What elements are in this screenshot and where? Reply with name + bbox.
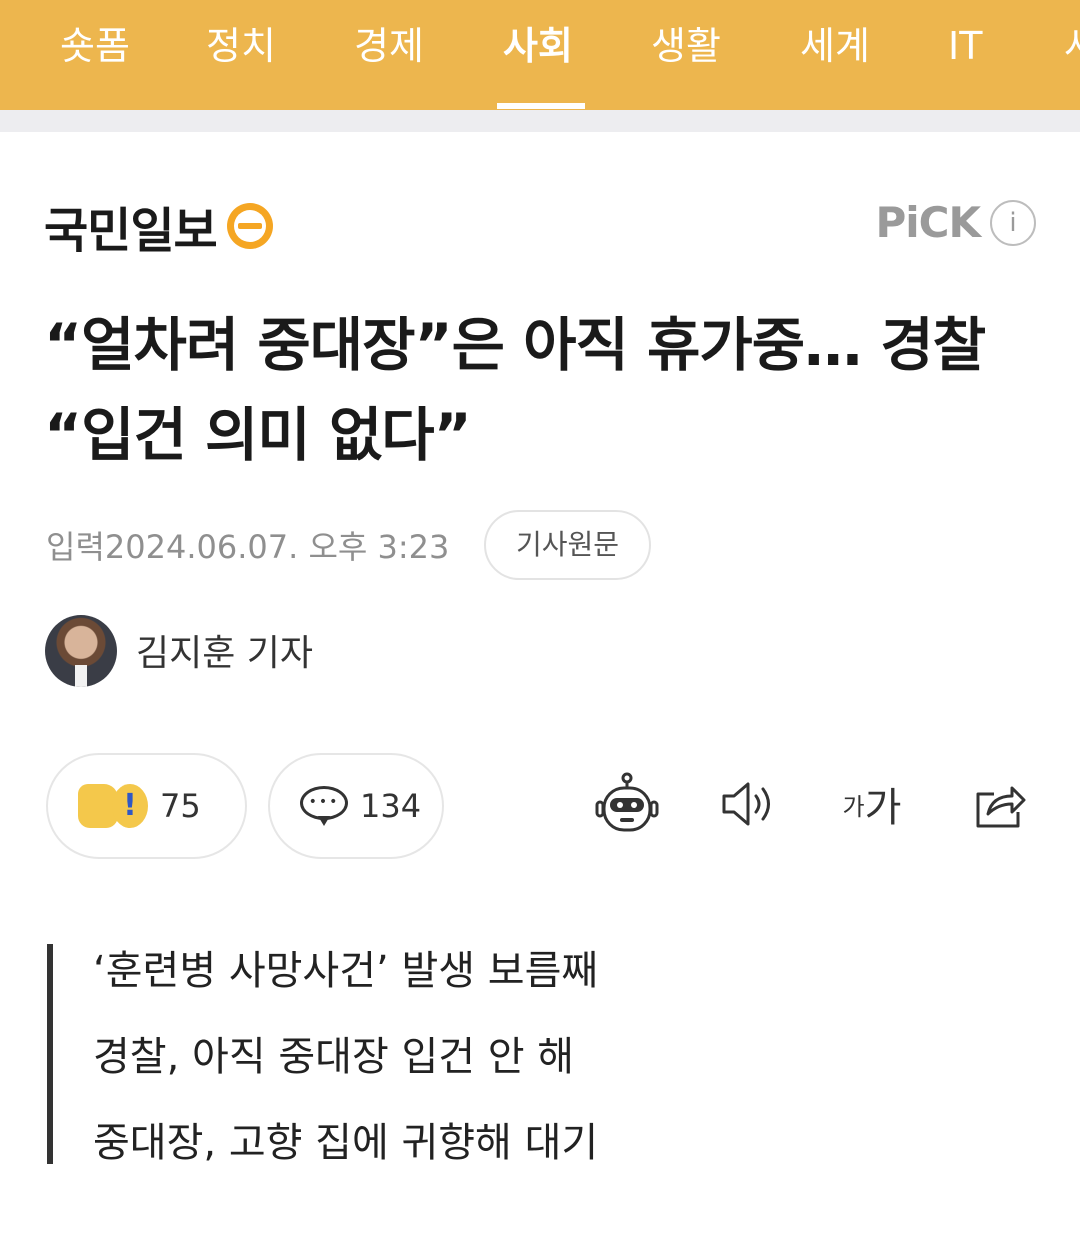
tab-world[interactable]: 세계 (800, 16, 870, 76)
pick-label: PiCK (875, 198, 981, 247)
article-date: 입력2024.06.07. 오후 3:23 (46, 528, 450, 566)
tab-society[interactable]: 사회 (503, 16, 573, 76)
article-headline: “얼차려 중대장”은 아직 휴가중… 경찰 “입건 의미 없다” (44, 311, 986, 469)
comment-bubble-icon: ••• (300, 786, 348, 826)
tab-partial[interactable]: 사 (1064, 16, 1080, 76)
pick-badge[interactable]: PiCK i (875, 198, 1036, 247)
tab-it[interactable]: IT (948, 16, 982, 76)
summary-line: 경찰, 아직 중대장 입건 안 해 (93, 1034, 575, 1080)
speaker-icon (722, 782, 770, 826)
robot-summary-icon (595, 772, 659, 832)
reaction-button[interactable]: 75 (46, 753, 247, 859)
category-nav: 숏폼 정치 경제 사회 생활 세계 IT 사 (0, 0, 1080, 110)
font-size-large-label: 가 (864, 785, 902, 831)
info-icon[interactable]: i (990, 199, 1036, 246)
tab-politics[interactable]: 정치 (206, 16, 276, 76)
listen-button[interactable] (720, 772, 780, 836)
summary-line: ‘훈련병 사망사건’ 발생 보름째 (93, 948, 599, 994)
category-tabs: 숏폼 정치 경제 사회 생활 세계 IT 사 (0, 0, 1080, 110)
font-size-small-label: 가 (842, 792, 865, 821)
article-summary: ‘훈련병 사망사건’ 발생 보름째 경찰, 아직 중대장 입건 안 해 중대장,… (47, 944, 1027, 1166)
surprise-icon (112, 784, 148, 828)
press-logo[interactable]: 국민일보 (44, 196, 273, 259)
tab-shortform[interactable]: 숏폼 (60, 16, 130, 76)
font-size-button[interactable]: 가 가 (836, 772, 908, 836)
tab-life[interactable]: 생활 (651, 16, 721, 76)
share-icon (976, 786, 1026, 828)
reporter-name[interactable]: 김지훈 기자 (136, 624, 313, 676)
original-article-button[interactable]: 기사원문 (484, 510, 651, 580)
comment-count: 134 (360, 787, 422, 825)
press-logo-mark-icon (226, 203, 273, 249)
summary-line: 중대장, 고향 집에 귀향해 대기 (93, 1120, 599, 1166)
press-name: 국민일보 (44, 203, 218, 259)
comment-button[interactable]: ••• 134 (268, 753, 444, 859)
avatar-shirt (75, 665, 87, 687)
robot-summary-button[interactable] (594, 772, 660, 836)
reaction-count: 75 (160, 787, 201, 825)
active-tab-indicator (497, 103, 585, 109)
share-button[interactable] (972, 772, 1028, 836)
tab-economy[interactable]: 경제 (354, 16, 424, 76)
reporter-avatar[interactable] (45, 615, 117, 687)
section-divider (0, 110, 1080, 132)
